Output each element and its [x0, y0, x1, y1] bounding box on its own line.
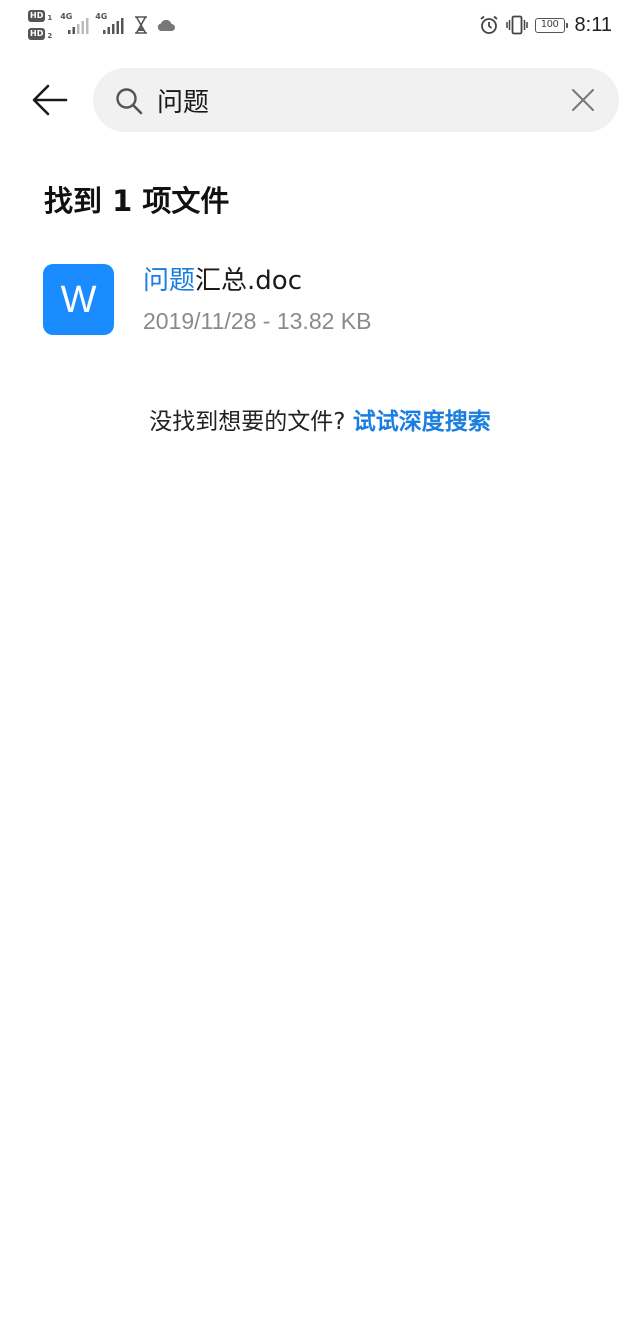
signal-strength-2: 4G	[95, 8, 125, 38]
status-clock: 8:11	[574, 13, 612, 36]
search-icon	[116, 88, 143, 115]
back-button[interactable]	[28, 78, 72, 122]
word-document-icon: W	[43, 264, 114, 335]
deep-search-text: 没找到想要的文件?	[149, 409, 346, 435]
signal-bars-icon	[68, 18, 89, 34]
alarm-icon	[479, 15, 499, 35]
battery-indicator: 100	[534, 17, 568, 33]
hourglass-icon	[135, 16, 148, 34]
hd-badge: HD	[28, 28, 46, 40]
sim-number: 1	[47, 14, 53, 22]
search-bar[interactable]	[93, 68, 619, 132]
vibrate-icon	[505, 15, 528, 35]
hd-badge: HD	[28, 10, 46, 22]
sim2-indicator: HD 2	[28, 26, 52, 40]
results-count-heading: 找到 1 项文件	[44, 184, 230, 218]
file-icon-letter: W	[60, 278, 97, 321]
cloud-icon	[158, 19, 176, 31]
battery-level: 100	[540, 19, 559, 30]
battery-icon: 100	[534, 17, 568, 33]
file-name-highlight: 问题	[143, 266, 196, 296]
sim-number: 2	[47, 32, 53, 40]
status-bar: HD 1 HD 2 4G 4G 100 8:11	[0, 0, 640, 50]
file-name-rest: 汇总.doc	[195, 266, 302, 296]
sim1-indicator: HD 1	[28, 8, 52, 22]
deep-search-prompt: 没找到想要的文件? 试试深度搜索	[0, 402, 640, 442]
file-name: 问题汇总.doc	[143, 262, 302, 300]
file-meta: 2019/11/28 - 13.82 KB	[143, 308, 372, 334]
signal-strength-1: 4G	[60, 8, 90, 38]
arrow-left-icon	[32, 84, 68, 116]
list-item[interactable]: W 问题汇总.doc 2019/11/28 - 13.82 KB	[0, 244, 640, 354]
signal-bars-icon	[103, 18, 124, 34]
sim-indicators: HD 1 HD 2	[28, 8, 52, 40]
search-input[interactable]	[157, 78, 547, 122]
deep-search-link[interactable]: 试试深度搜索	[353, 409, 491, 435]
status-bar-right: 100 8:11	[472, 10, 612, 40]
close-icon[interactable]	[571, 88, 595, 112]
status-bar-left: HD 1 HD 2 4G 4G	[28, 8, 176, 44]
